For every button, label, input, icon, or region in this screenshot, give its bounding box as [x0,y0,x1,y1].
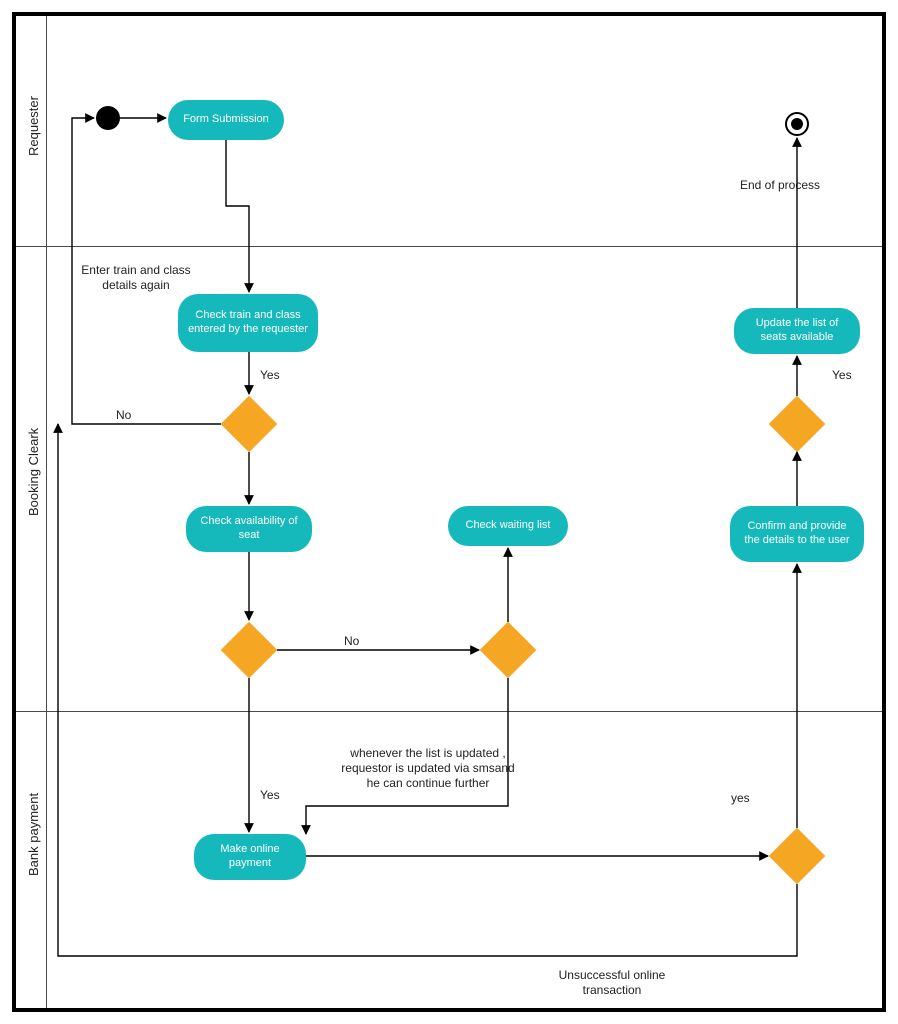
decision-seat-avail [221,622,278,679]
label-yes-4: yes [731,791,750,806]
diagram-frame: Requester Booking Cleark Bank payment Fo… [12,12,886,1012]
decision-train-class [221,396,278,453]
label-yes-2: Yes [260,788,280,803]
activity-make-payment: Make online payment [194,834,306,880]
activity-check-seat: Check availability of seat [186,506,312,552]
lane-divider-1 [16,246,882,247]
label-yes-1: Yes [260,368,280,383]
decision-update [769,396,826,453]
label-no-1: No [116,408,131,423]
decision-waiting [480,622,537,679]
activity-confirm-details: Confirm and provide the details to the u… [730,506,864,562]
lane-column-divider [46,16,47,1008]
label-end-of-process: End of process [727,178,833,193]
activity-check-train-class: Check train and class entered by the req… [178,294,318,352]
lane-label-requester: Requester [26,96,41,156]
lane-label-bank-payment: Bank payment [26,793,41,876]
lane-label-booking-cleark: Booking Cleark [26,428,41,516]
label-sms-note: whenever the list is updated , requestor… [318,746,538,791]
lane-divider-2 [16,711,882,712]
label-unsuccessful: Unsuccessful online transaction [532,968,692,998]
label-enter-again: Enter train and class details again [64,263,208,293]
label-no-2: No [344,634,359,649]
activity-update-seats: Update the list of seats available [734,308,860,354]
activity-form-submission: Form Submission [168,100,284,140]
decision-payment [769,828,826,885]
label-yes-3: Yes [832,368,852,383]
end-node [785,112,809,136]
activity-check-waiting: Check waiting list [448,506,568,546]
start-node [96,106,120,130]
